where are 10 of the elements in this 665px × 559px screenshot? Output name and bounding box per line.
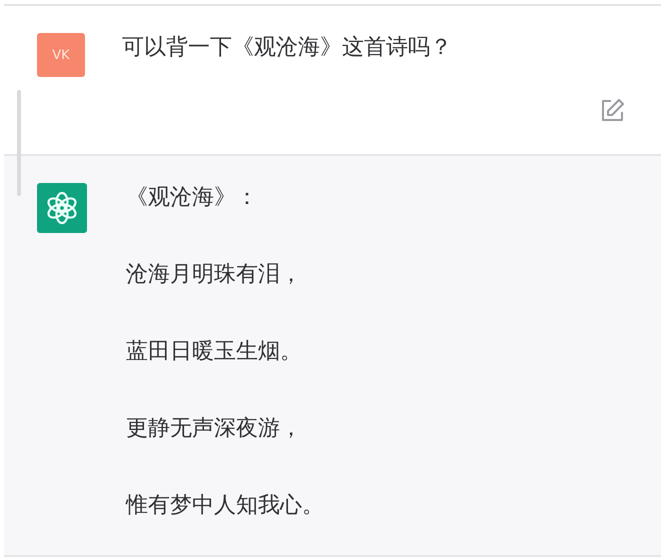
scrollbar[interactable] [17,90,21,196]
poem-line: 蓝田日暖玉生烟。 [126,338,303,366]
poem-line: 惟有梦中人知我心。 [126,492,324,520]
question-text: 可以背一下《观沧海》这首诗吗？ [122,34,452,62]
poem-line: 沧海月明珠有泪， [126,261,303,289]
edit-icon[interactable] [599,98,625,124]
logo-icon [37,183,87,233]
poem-line: 更静无声深夜游， [126,415,303,443]
user-avatar: VK [37,33,85,77]
poem-title: 《观沧海》： [126,184,259,212]
